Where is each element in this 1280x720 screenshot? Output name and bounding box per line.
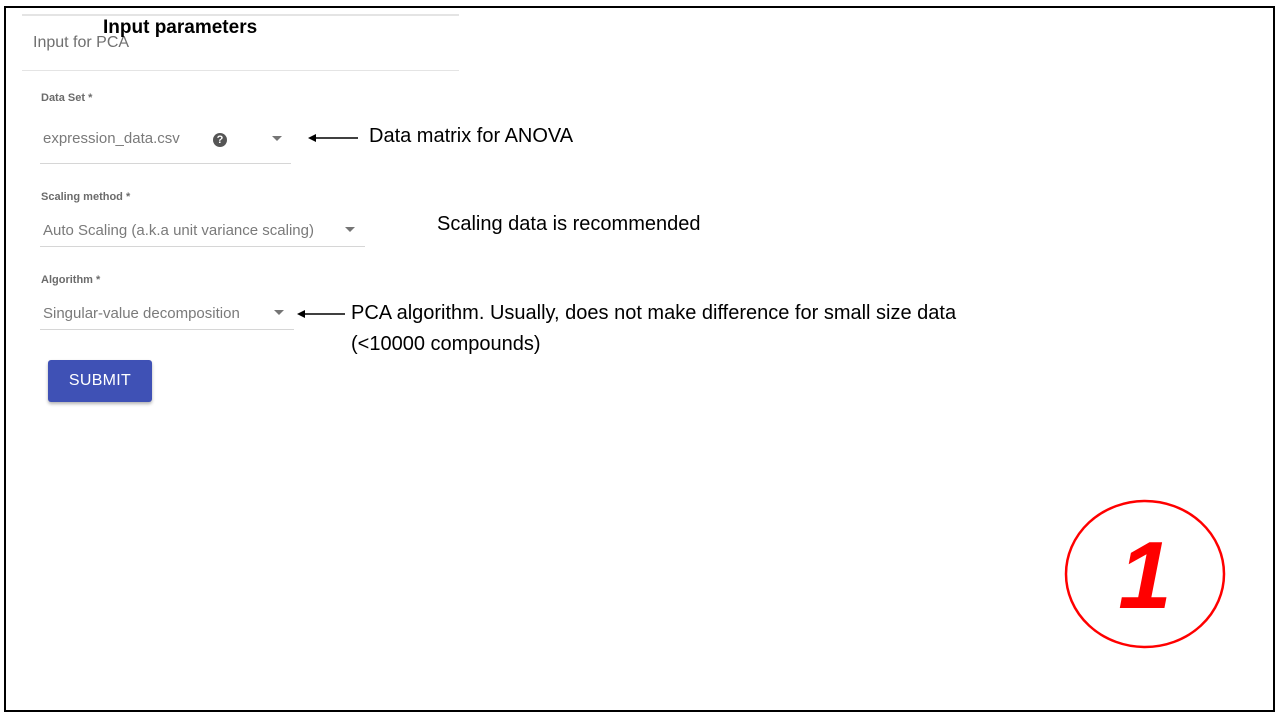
scaling-underline bbox=[40, 246, 365, 247]
arrow-left-icon bbox=[308, 134, 358, 142]
arrow-left-icon bbox=[297, 310, 345, 318]
dataset-label: Data Set * bbox=[41, 92, 93, 104]
scaling-annotation: Scaling data is recommended bbox=[437, 213, 701, 235]
scaling-value: Auto Scaling (a.k.a unit variance scalin… bbox=[43, 222, 314, 239]
algorithm-annotation-line1: PCA algorithm. Usually, does not make di… bbox=[351, 302, 957, 324]
dataset-annotation: Data matrix for ANOVA bbox=[369, 125, 574, 147]
algorithm-underline bbox=[40, 329, 294, 330]
card-top-border bbox=[22, 14, 459, 16]
dataset-underline bbox=[40, 163, 291, 164]
dropdown-caret-icon[interactable] bbox=[274, 310, 284, 315]
dropdown-caret-icon[interactable] bbox=[345, 227, 355, 232]
submit-button[interactable]: SUBMIT bbox=[48, 360, 152, 402]
dropdown-caret-icon[interactable] bbox=[272, 136, 282, 141]
algorithm-label: Algorithm * bbox=[41, 274, 101, 286]
dataset-value: expression_data.csv bbox=[43, 130, 180, 147]
card-header-divider bbox=[22, 70, 459, 71]
algorithm-annotation-line2: (<10000 compounds) bbox=[351, 333, 541, 355]
step-number: 1 bbox=[1118, 522, 1171, 629]
help-icon[interactable]: ? bbox=[213, 133, 227, 147]
algorithm-value: Singular-value decomposition bbox=[43, 305, 240, 322]
overlay-title: Input parameters bbox=[103, 17, 258, 38]
scaling-label: Scaling method * bbox=[41, 191, 131, 203]
step-number-badge: 1 bbox=[1064, 499, 1226, 649]
